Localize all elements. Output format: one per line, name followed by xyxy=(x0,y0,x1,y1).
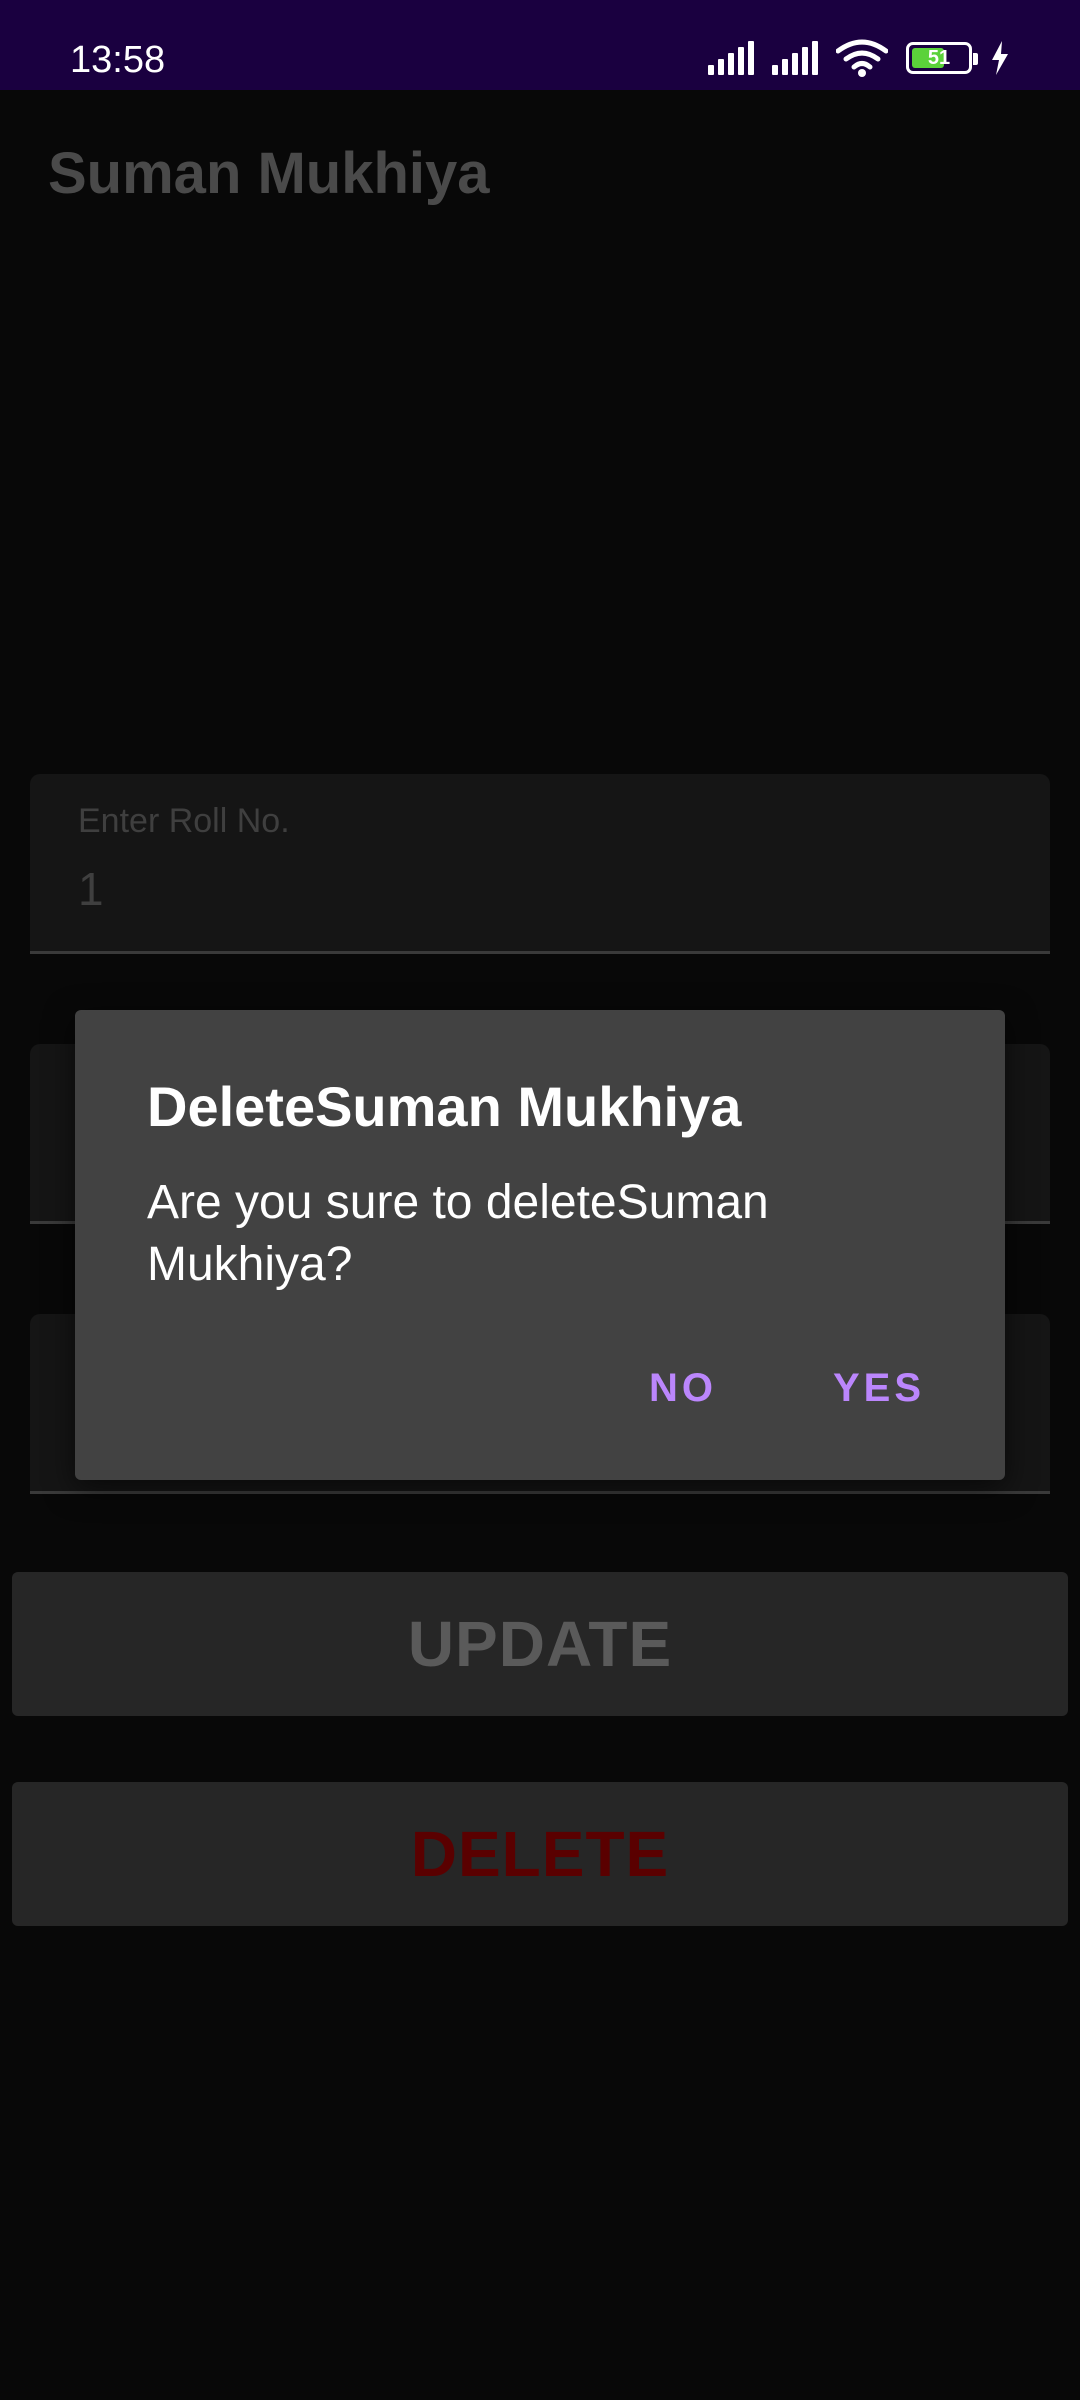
roll-no-field[interactable]: Enter Roll No. 1 xyxy=(30,774,1050,954)
status-time: 13:58 xyxy=(70,39,166,81)
dialog-title: DeleteSuman Mukhiya xyxy=(147,1075,742,1138)
charging-icon xyxy=(992,41,1008,75)
battery-level: 51 xyxy=(927,46,951,69)
battery-icon: 51 xyxy=(906,42,978,74)
page-title: Suman Mukhiya xyxy=(48,141,490,206)
yes-button[interactable]: YES xyxy=(833,1366,925,1411)
no-button[interactable]: NO xyxy=(649,1366,717,1411)
signal-icon xyxy=(708,41,754,75)
dialog-message: Are you sure to deleteSuman Mukhiya? xyxy=(147,1176,769,1291)
delete-button[interactable]: DELETE xyxy=(12,1782,1068,1926)
screen: 13:58 51 Suman Mukhiya Enter Roll No. 1 … xyxy=(0,0,1080,2400)
signal-icon xyxy=(772,41,818,75)
roll-no-value: 1 xyxy=(78,863,104,915)
roll-no-label: Enter Roll No. xyxy=(78,802,290,840)
status-bar: 13:58 51 xyxy=(0,0,1080,90)
dialog-actions: NO YES xyxy=(649,1366,925,1411)
status-icons: 51 xyxy=(708,38,1010,78)
wifi-icon xyxy=(836,39,888,77)
update-button[interactable]: UPDATE xyxy=(12,1572,1068,1716)
delete-confirm-dialog: DeleteSuman Mukhiya Are you sure to dele… xyxy=(75,1010,1005,1480)
